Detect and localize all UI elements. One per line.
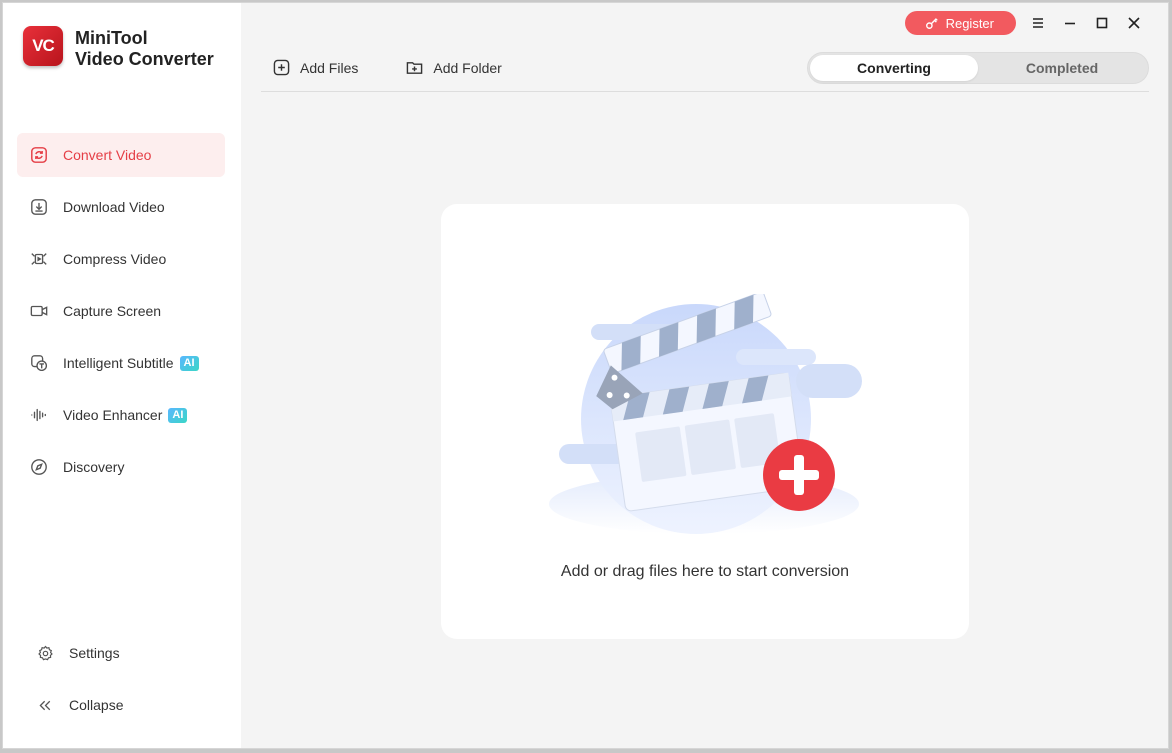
close-button[interactable] <box>1118 11 1150 35</box>
sidebar-item-discovery[interactable]: Discovery <box>17 445 225 489</box>
register-label: Register <box>945 15 994 31</box>
sidebar-item-label: Video Enhancer <box>63 407 163 423</box>
tab-converting[interactable]: Converting <box>810 55 978 81</box>
subtitle-icon <box>29 353 49 373</box>
double-chevron-left-icon <box>35 695 55 715</box>
sidebar: VC MiniTool Video Converter Convert Vide… <box>3 3 241 748</box>
minimize-button[interactable] <box>1054 11 1086 35</box>
toolbar-divider <box>261 91 1149 92</box>
sidebar-item-convert-video[interactable]: Convert Video <box>17 133 225 177</box>
compress-icon <box>29 249 49 269</box>
title-bar-controls: Register <box>904 11 1150 35</box>
sidebar-item-label: Download Video <box>63 199 165 215</box>
conversion-tabs: Converting Completed <box>807 52 1149 84</box>
add-files-button[interactable]: Add Files <box>273 59 358 76</box>
clapperboard-illustration <box>549 294 862 534</box>
ai-badge: AI <box>168 407 188 423</box>
collapse-button[interactable]: Collapse <box>23 683 223 727</box>
camera-icon <box>29 301 49 321</box>
app-name: MiniTool Video Converter <box>75 28 214 70</box>
sidebar-item-label: Convert Video <box>63 147 152 163</box>
collapse-label: Collapse <box>69 697 124 713</box>
close-icon <box>1128 17 1140 29</box>
add-folder-label: Add Folder <box>433 59 502 76</box>
sidebar-item-label: Capture Screen <box>63 303 162 319</box>
compass-icon <box>29 457 49 477</box>
add-folder-icon <box>407 62 423 74</box>
minimize-icon <box>1065 22 1075 25</box>
gear-icon <box>35 643 55 663</box>
drop-zone[interactable]: Add or drag files here to start conversi… <box>441 204 969 639</box>
sidebar-bottom: Settings Collapse <box>23 631 223 727</box>
sidebar-item-intelligent-subtitle[interactable]: Intelligent Subtitle AI <box>17 341 225 385</box>
settings-label: Settings <box>69 645 120 661</box>
add-folder-button[interactable]: Add Folder <box>406 59 502 76</box>
sidebar-item-compress-video[interactable]: Compress Video <box>17 237 225 281</box>
sidebar-item-label: Discovery <box>63 459 125 475</box>
maximize-icon <box>1096 17 1108 29</box>
toolbar: Add Files Add Folder <box>273 59 550 76</box>
app-window: VC MiniTool Video Converter Convert Vide… <box>2 2 1169 749</box>
add-file-icon <box>273 59 290 76</box>
sidebar-item-video-enhancer[interactable]: Video Enhancer AI <box>17 393 225 437</box>
app-logo: VC <box>23 26 63 66</box>
register-button[interactable]: Register <box>904 11 1016 35</box>
sidebar-item-label: Compress Video <box>63 251 167 267</box>
ai-badge: AI <box>179 355 199 371</box>
sidebar-item-capture-screen[interactable]: Capture Screen <box>17 289 225 333</box>
convert-icon <box>29 145 49 165</box>
add-files-label: Add Files <box>300 59 359 76</box>
waveform-icon <box>29 405 49 425</box>
download-icon <box>29 197 49 217</box>
tab-completed[interactable]: Completed <box>978 55 1146 81</box>
settings-button[interactable]: Settings <box>23 631 223 675</box>
app-name-line1: MiniTool <box>75 28 148 48</box>
sidebar-nav: Convert Video Download Video Compress Vi… <box>17 133 225 497</box>
menu-button[interactable] <box>1022 11 1054 35</box>
key-icon <box>925 18 938 29</box>
app-name-line2: Video Converter <box>75 49 214 69</box>
maximize-button[interactable] <box>1086 11 1118 35</box>
drop-zone-message: Add or drag files here to start conversi… <box>560 563 850 580</box>
brand: VC MiniTool Video Converter <box>23 26 214 70</box>
sidebar-item-label: Intelligent Subtitle <box>63 355 174 371</box>
sidebar-item-download-video[interactable]: Download Video <box>17 185 225 229</box>
hamburger-menu-icon <box>1033 18 1043 28</box>
